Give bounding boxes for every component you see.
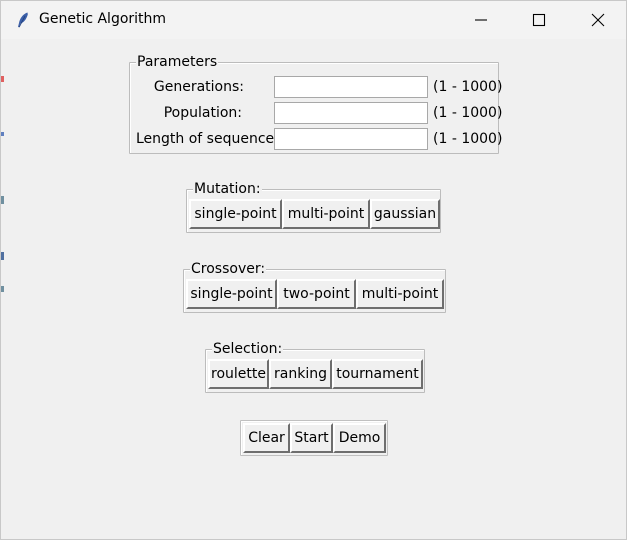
parameters-group: Parameters Generations: (1 - 1000) Popul… [129, 54, 502, 154]
selection-ranking-button[interactable]: ranking [269, 359, 332, 389]
minimize-icon [475, 19, 487, 21]
generations-range: (1 - 1000) [433, 79, 503, 95]
selection-title: Selection: [212, 341, 284, 357]
demo-button[interactable]: Demo [333, 423, 386, 453]
edge-artifact [1, 132, 4, 136]
mutation-single-point-button[interactable]: single-point [189, 199, 282, 229]
maximize-button[interactable] [515, 1, 563, 39]
edge-artifact [1, 76, 4, 82]
minimize-button[interactable] [457, 1, 505, 39]
mutation-title: Mutation: [193, 181, 262, 197]
app-window: Genetic Algorithm Parameters Generations… [0, 0, 627, 540]
mutation-multi-point-button[interactable]: multi-point [282, 199, 370, 229]
maximize-icon [532, 13, 546, 27]
mutation-gaussian-button[interactable]: gaussian [370, 199, 440, 229]
population-input[interactable] [274, 102, 428, 124]
title-bar[interactable]: Genetic Algorithm [1, 1, 626, 39]
generations-label: Generations: [153, 79, 244, 95]
start-button[interactable]: Start [290, 423, 333, 453]
feather-icon [13, 10, 33, 30]
crossover-group: Crossover: single-point two-point multi-… [183, 261, 446, 313]
generations-row: Generations: (1 - 1000) [130, 75, 502, 99]
generations-input[interactable] [274, 76, 428, 98]
population-range: (1 - 1000) [433, 105, 503, 121]
close-icon [591, 13, 605, 27]
edge-artifact [1, 196, 4, 204]
selection-roulette-button[interactable]: roulette [208, 359, 269, 389]
crossover-two-point-button[interactable]: two-point [277, 279, 356, 309]
selection-group: Selection: roulette ranking tournament [205, 341, 425, 393]
client-area: Parameters Generations: (1 - 1000) Popul… [1, 40, 626, 539]
crossover-title: Crossover: [190, 261, 267, 277]
crossover-single-point-button[interactable]: single-point [186, 279, 277, 309]
population-row: Population: (1 - 1000) [130, 101, 502, 125]
mutation-group: Mutation: single-point multi-point gauss… [186, 181, 441, 233]
sequence-length-input[interactable] [274, 128, 428, 150]
sequence-length-range: (1 - 1000) [433, 131, 503, 147]
sequence-length-row: Length of sequence: (1 - 1000) [130, 127, 502, 151]
edge-artifact [1, 252, 4, 260]
close-button[interactable] [574, 1, 622, 39]
parameters-title: Parameters [136, 54, 219, 70]
selection-tournament-button[interactable]: tournament [332, 359, 423, 389]
window-title: Genetic Algorithm [39, 11, 167, 27]
clear-button[interactable]: Clear [243, 423, 290, 453]
population-label: Population: [163, 105, 242, 121]
edge-artifact [1, 286, 4, 292]
sequence-length-label: Length of sequence: [136, 131, 279, 147]
crossover-multi-point-button[interactable]: multi-point [356, 279, 444, 309]
actions-group: Clear Start Demo [240, 420, 388, 456]
